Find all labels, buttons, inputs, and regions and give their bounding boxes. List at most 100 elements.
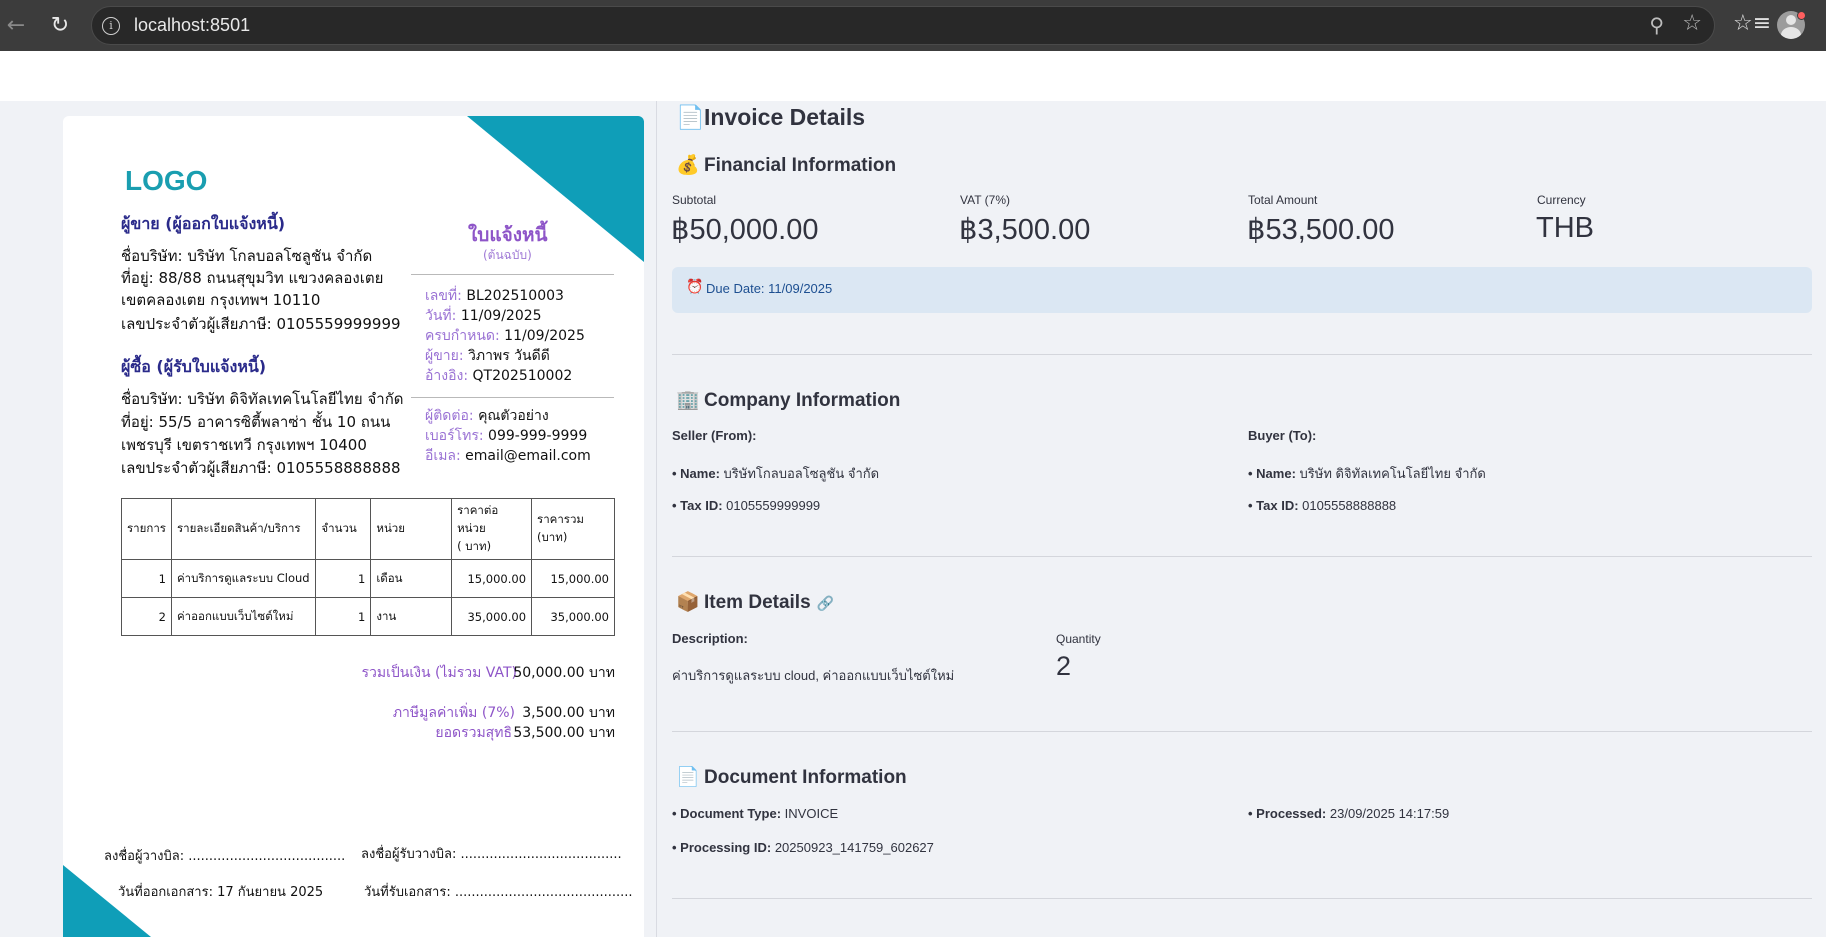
url-text[interactable]: localhost:8501 [134, 15, 250, 36]
metric-label: Subtotal [672, 193, 717, 207]
processed-time: • Processed: 23/09/2025 14:17:59 [1248, 806, 1450, 821]
table-cell: งาน [370, 597, 453, 636]
back-arrow-icon[interactable]: ← [0, 10, 32, 42]
buyer-title: Buyer (To): [1248, 428, 1317, 443]
section-divider [672, 731, 1812, 732]
section-divider [672, 556, 1812, 557]
invoice-preview: LOGO ผู้ขาย (ผู้ออกใบแจ้งหนี้) ชื่อบริษั… [63, 116, 644, 937]
metric-label: Total Amount [1248, 193, 1318, 207]
seller-line: เลขประจำตัวผู้เสียภาษี: 0105559999999 [121, 315, 401, 333]
page-icon: 📄 [676, 104, 705, 130]
buyer-line: ชื่อบริษัท: บริษัท ดิจิทัลเทคโนโลยีไทย จ… [121, 390, 404, 408]
table-cell: เดือน [370, 559, 453, 598]
quantity-label: Quantity [1056, 632, 1101, 646]
buyer-name: • Name: บริษัท ดิจิทัลเทคโนโลยีไทย จำกัด [1248, 466, 1486, 481]
zoom-icon[interactable]: ⚲ [1649, 13, 1664, 37]
metric-value: THB [1536, 212, 1594, 244]
buyer-line: เลขประจำตัวผู้เสียภาษี: 0105558888888 [121, 459, 401, 477]
site-info-icon[interactable]: i [102, 17, 120, 35]
net-total-value: 53,500.00 บาท [513, 725, 615, 741]
receiver-signature: ลงชื่อผู้รับวางบิล: ....................… [361, 847, 622, 862]
buyer-tax-id: • Tax ID: 0105558888888 [1248, 498, 1397, 513]
column-header: ราคารวม (บาท) [531, 498, 615, 560]
table-cell: ค่าบริการดูแลระบบ Cloud [170, 559, 317, 598]
table-cell: 1 [315, 597, 372, 636]
reload-icon[interactable]: ↻ [44, 10, 76, 42]
bookmark-star-icon[interactable]: ☆ [1682, 11, 1702, 36]
table-row: 1 ค่าบริการดูแลระบบ Cloud 1 เดือน 15,000… [121, 559, 615, 598]
table-cell: ค่าออกแบบเว็บไซต์ใหม่ [170, 597, 317, 636]
due-date-text: Due Date: 11/09/2025 [706, 281, 833, 296]
seller-line: เขตคลองเตย กรุงเทพฯ 10110 [121, 291, 321, 309]
package-icon: 📦 [676, 592, 700, 613]
section-divider [672, 898, 1812, 899]
buyer-line: เพชรบุรี เขตราชเทวี กรุงเทพฯ 10400 [121, 436, 367, 454]
subtotal-label: รวมเป็นเงิน (ไม่รวม VAT) [361, 665, 517, 681]
buyer-heading: ผู้ซื้อ (ผู้รับใบแจ้งหนี้) [121, 357, 267, 376]
contact-person: ผู้ติดต่อ: คุณตัวอย่าง [425, 408, 549, 424]
favorites-icon[interactable]: ☆≡ [1733, 11, 1771, 36]
column-divider [656, 101, 657, 937]
metric-value: ฿3,500.00 [959, 214, 1091, 246]
document-subtitle: (ต้นฉบับ) [483, 248, 532, 262]
column-header: จำนวน [315, 498, 372, 560]
metric-label: Currency [1537, 193, 1586, 207]
address-bar[interactable]: i localhost:8501 ⚲ ☆ [91, 6, 1715, 45]
items-table: รายการ รายละเอียดสินค้า/บริการ จำนวน หน่… [121, 498, 615, 636]
metric-value: ฿50,000.00 [671, 214, 819, 246]
item-details-heading: 📦 Item Details 🔗 [676, 592, 835, 613]
money-bag-icon: 💰 [676, 155, 700, 176]
subtotal-value: 50,000.00 บาท [513, 665, 615, 681]
due-date-alert: ⏰ Due Date: 11/09/2025 [672, 267, 1812, 313]
page-icon: 📄 [676, 767, 700, 788]
seller-heading: ผู้ขาย (ผู้ออกใบแจ้งหนี้) [121, 214, 286, 233]
buyer-line: ที่อยู่: 55/5 อาคารซิตี้พลาซ่า ชั้น 10 ถ… [121, 413, 391, 431]
table-cell: 15,000.00 [451, 559, 533, 598]
quantity-value: 2 [1056, 651, 1072, 681]
meta-seller: ผู้ขาย: วิภาพร วันดีดี [425, 348, 550, 364]
column-header: ราคาต่อหน่วย ( บาท) [451, 498, 533, 560]
issuer-signature: ลงชื่อผู้วางบิล: .......................… [104, 849, 346, 864]
table-cell: 35,000.00 [451, 597, 533, 636]
meta-due: ครบกำหนด: 11/09/2025 [425, 328, 585, 344]
table-cell: 1 [121, 559, 172, 598]
description-label: Description: [672, 631, 748, 646]
processing-id: • Processing ID: 20250923_141759_602627 [672, 840, 934, 855]
table-header-row: รายการ รายละเอียดสินค้า/บริการ จำนวน หน่… [121, 498, 615, 560]
table-cell: 2 [121, 597, 172, 636]
section-divider [672, 354, 1812, 355]
net-total-label: ยอดรวมสุทธิ [435, 725, 512, 741]
meta-reference: อ้างอิง: QT202510002 [425, 368, 573, 384]
office-building-icon: 🏢 [676, 390, 700, 411]
metric-value: ฿53,500.00 [1247, 214, 1395, 246]
table-row: 2 ค่าออกแบบเว็บไซต์ใหม่ 1 งาน 35,000.00 … [121, 597, 615, 636]
notification-dot [1797, 11, 1806, 20]
contact-phone: เบอร์โทร: 099-999-9999 [425, 428, 588, 444]
document-heading: 📄 Document Information [676, 767, 907, 788]
issue-date: วันที่ออกเอกสาร: 17 กันยายน 2025 [118, 885, 324, 900]
logo: LOGO [125, 165, 208, 196]
divider [411, 397, 614, 398]
vat-value: 3,500.00 บาท [522, 705, 615, 721]
seller-title: Seller (From): [672, 428, 757, 443]
seller-name: • Name: บริษัทโกลบอลโซลูชัน จำกัด [672, 466, 880, 481]
vat-label: ภาษีมูลค่าเพิ่ม (7%) [392, 705, 515, 721]
table-cell: 1 [315, 559, 372, 598]
description-value: ค่าบริการดูแลระบบ cloud, ค่าออกแบบเว็บไซ… [672, 668, 955, 683]
browser-toolbar: ← ↻ i localhost:8501 ⚲ ☆ ☆≡ [0, 0, 1826, 51]
metric-label: VAT (7%) [960, 193, 1011, 207]
receive-date: วันที่รับเอกสาร: .......................… [364, 885, 633, 900]
seller-line: ที่อยู่: 88/88 ถนนสุขุมวิท แขวงคลองเตย [121, 269, 384, 287]
table-cell: 15,000.00 [531, 559, 615, 598]
company-heading: 🏢 Company Information [676, 390, 901, 411]
anchor-link-icon[interactable]: 🔗 [817, 595, 834, 612]
seller-tax-id: • Tax ID: 0105559999999 [672, 498, 821, 513]
table-cell: 35,000.00 [531, 597, 615, 636]
column-header: รายการ [121, 498, 172, 560]
column-header: หน่วย [370, 498, 453, 560]
seller-line: ชื่อบริษัท: บริษัท โกลบอลโซลูชัน จำกัด [121, 247, 373, 265]
contact-email: อีเมล: email@email.com [425, 448, 591, 464]
document-type: • Document Type: INVOICE [672, 806, 839, 821]
app-header [0, 51, 1826, 101]
alarm-clock-icon: ⏰ [686, 279, 704, 295]
